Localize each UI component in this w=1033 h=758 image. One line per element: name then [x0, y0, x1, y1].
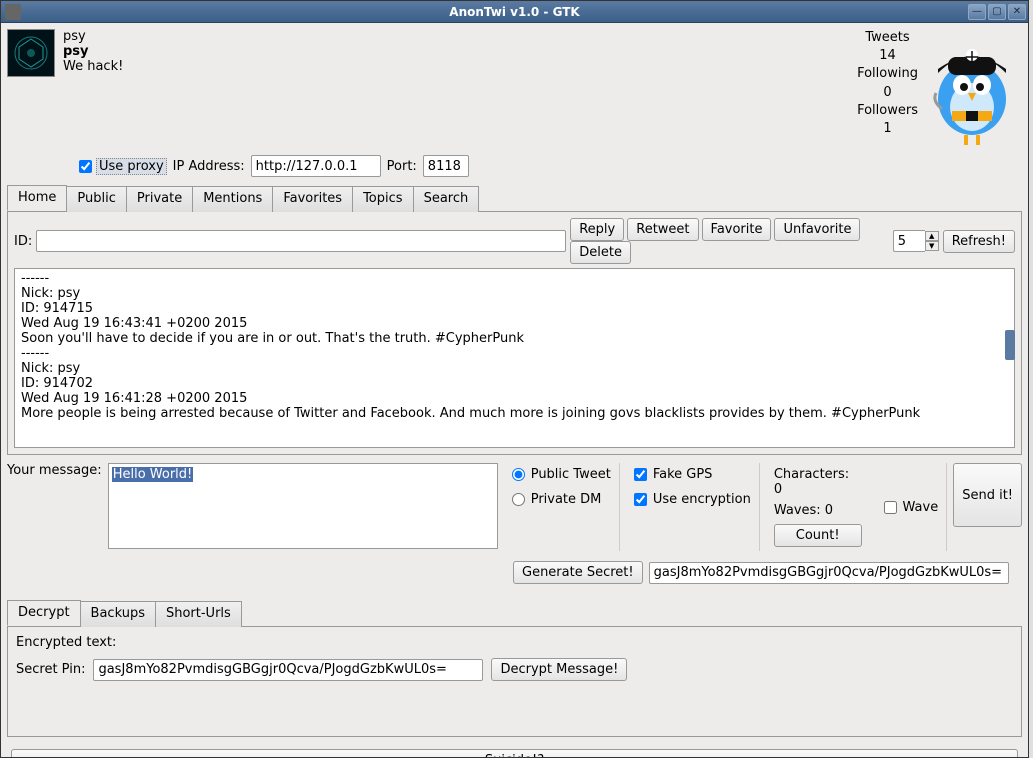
decrypt-button[interactable]: Decrypt Message!: [491, 658, 627, 681]
timeline-line: ID: 914702: [21, 376, 1008, 391]
compose-row: Your message: Hello World! Public Tweet …: [7, 463, 1022, 551]
decrypt-panel: Encrypted text: Secret Pin: Decrypt Mess…: [7, 627, 1022, 737]
timeline-textview[interactable]: ------Nick: psyID: 914715Wed Aug 19 16:4…: [14, 268, 1015, 448]
retweet-button[interactable]: Retweet: [627, 218, 698, 241]
tweets-label: Tweets: [857, 29, 918, 47]
timeline-line: Nick: psy: [21, 286, 1008, 301]
mascot-icon: [922, 29, 1022, 149]
tab-mentions[interactable]: Mentions: [192, 186, 273, 212]
timeline-line: ID: 914715: [21, 301, 1008, 316]
ip-label: IP Address:: [173, 159, 245, 174]
count-spinner[interactable]: ▲ ▼: [893, 230, 939, 252]
titlebar: AnonTwi v1.0 - GTK — ▢ ✕: [1, 1, 1028, 23]
count-button[interactable]: Count!: [774, 524, 862, 547]
use-proxy-checkbox[interactable]: Use proxy: [79, 158, 167, 175]
refresh-button[interactable]: Refresh!: [943, 230, 1015, 253]
port-input[interactable]: [423, 155, 469, 177]
tab-backups[interactable]: Backups: [80, 601, 156, 627]
secret-row: Generate Secret!: [513, 561, 1022, 584]
timeline-line: ------: [21, 271, 1008, 286]
fake-gps-checkbox[interactable]: Fake GPS: [634, 467, 751, 482]
timeline-line: More people is being arrested because of…: [21, 406, 1008, 421]
secret-pin-label: Secret Pin:: [16, 662, 85, 677]
timeline-line: Soon you'll have to decide if you are in…: [21, 331, 1008, 346]
secret-output[interactable]: [649, 562, 1009, 584]
wave-checkbox[interactable]: Wave: [884, 500, 939, 515]
user-block: psy psy We hack!: [63, 29, 123, 74]
delete-button[interactable]: Delete: [570, 241, 631, 264]
waves-label: Waves: 0: [774, 503, 862, 518]
tweets-value: 14: [857, 47, 918, 65]
tab-shorturls[interactable]: Short-Urls: [155, 601, 242, 627]
main-tabs-container: HomePublicPrivateMentionsFavoritesTopics…: [7, 181, 1022, 455]
reply-button[interactable]: Reply: [570, 218, 624, 241]
timeline-line: Wed Aug 19 16:43:41 +0200 2015: [21, 316, 1008, 331]
user-bio: We hack!: [63, 59, 123, 74]
id-input[interactable]: [36, 230, 566, 252]
header-row: psy psy We hack! Tweets 14 Following 0 F…: [7, 29, 1022, 149]
stats-block: Tweets 14 Following 0 Followers 1: [857, 29, 922, 138]
tab-home[interactable]: Home: [7, 185, 67, 211]
characters-label: Characters: 0: [774, 467, 862, 497]
followers-value: 1: [857, 120, 918, 138]
tab-topics[interactable]: Topics: [352, 186, 413, 212]
favorite-button[interactable]: Favorite: [702, 218, 772, 241]
user-handle: psy: [63, 29, 123, 44]
app-window: AnonTwi v1.0 - GTK — ▢ ✕ psy psy We hack…: [0, 0, 1029, 758]
bottom-tabs-container: DecryptBackupsShort-Urls Encrypted text:…: [7, 596, 1022, 737]
private-dm-radio[interactable]: Private DM: [512, 492, 611, 507]
tab-search[interactable]: Search: [413, 186, 480, 212]
timeline-line: ------: [21, 346, 1008, 361]
port-label: Port:: [387, 159, 417, 174]
home-panel: ID: ReplyRetweetFavoriteUnfavorite Delete…: [7, 212, 1022, 455]
message-textarea[interactable]: Hello World!: [108, 463, 498, 549]
encryption-checkbox[interactable]: Use encryption: [634, 492, 751, 507]
encrypted-text-label: Encrypted text:: [16, 635, 1013, 650]
scrollbar-thumb[interactable]: [1005, 330, 1015, 360]
public-tweet-radio[interactable]: Public Tweet: [512, 467, 611, 482]
secret-pin-input[interactable]: [93, 659, 483, 681]
timeline-line: Wed Aug 19 16:41:28 +0200 2015: [21, 391, 1008, 406]
proxy-row: Use proxy IP Address: Port:: [79, 155, 1022, 177]
avatar: [7, 29, 55, 77]
following-label: Following: [857, 65, 918, 83]
unfavorite-button[interactable]: Unfavorite: [774, 218, 860, 241]
tab-private[interactable]: Private: [126, 186, 193, 212]
spin-up-icon[interactable]: ▲: [925, 231, 939, 241]
suicide-button[interactable]: Suicide!?: [11, 749, 1018, 757]
window-title: AnonTwi v1.0 - GTK: [1, 5, 1028, 19]
spin-down-icon[interactable]: ▼: [925, 241, 939, 251]
tab-favorites[interactable]: Favorites: [272, 186, 353, 212]
tab-decrypt[interactable]: Decrypt: [7, 600, 81, 626]
message-label: Your message:: [7, 463, 102, 551]
id-label: ID:: [14, 234, 32, 249]
generate-secret-button[interactable]: Generate Secret!: [513, 561, 643, 584]
user-name: psy: [63, 44, 123, 59]
following-value: 0: [857, 84, 918, 102]
timeline-line: Nick: psy: [21, 361, 1008, 376]
send-button[interactable]: Send it!: [953, 463, 1022, 527]
ip-input[interactable]: [251, 155, 381, 177]
followers-label: Followers: [857, 102, 918, 120]
tab-public[interactable]: Public: [66, 186, 126, 212]
